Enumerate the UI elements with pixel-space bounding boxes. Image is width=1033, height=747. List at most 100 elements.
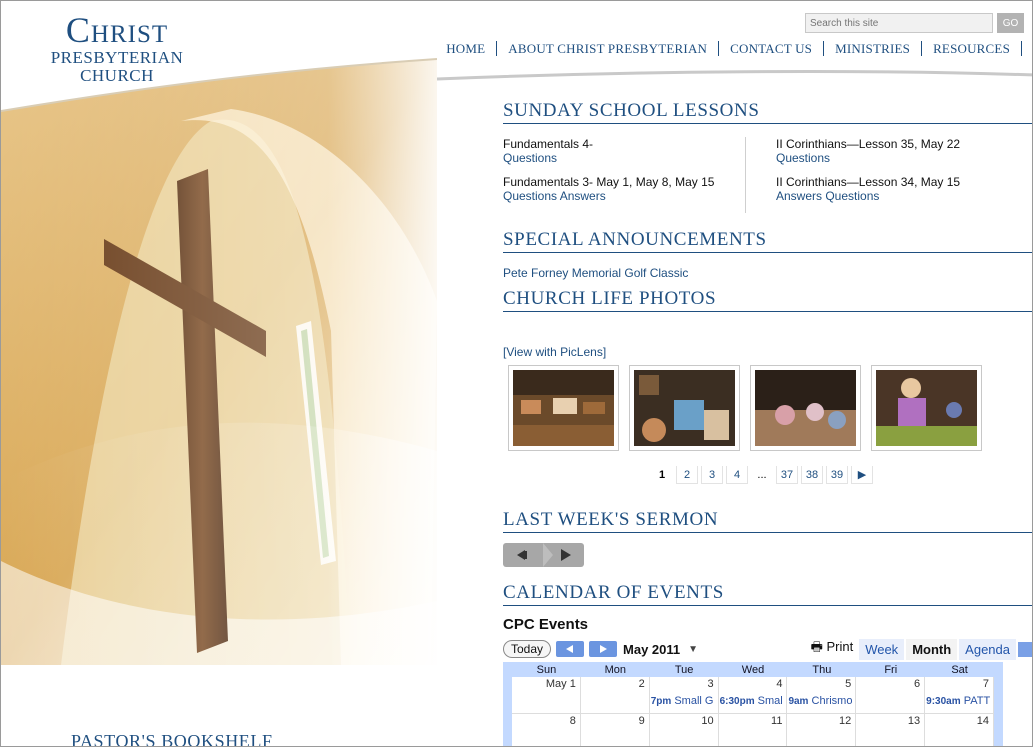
page: Christ PRESBYTERIAN CHURCH GO HOME ABOUT… [0,0,1033,747]
church-logo[interactable]: Christ PRESBYTERIAN CHURCH [17,12,217,85]
calendar-day-cell[interactable]: 2 [580,677,650,714]
calendar-week-row: 8 9 10 11 12 13 14 [512,714,995,746]
calendar-grid: Sun Mon Tue Wed Thu Fri Sat May 1 2 3 7pm… [503,662,1003,746]
photo-thumbnail[interactable] [508,365,619,451]
calendar-day-cell[interactable]: 6 [856,677,926,714]
weekday-label: Sat [951,664,968,676]
calendar-day-cell[interactable]: 10 [650,714,719,746]
pager-page[interactable]: 37 [776,466,798,484]
print-label: Print [826,639,854,654]
weekday-label: Fri [884,664,898,676]
calendar-week-row: May 1 2 3 7pm Small G 4 6:30pm Smal 5 9am C… [512,677,995,714]
calendar-today-button[interactable]: Today [503,640,552,658]
search-go-button[interactable]: GO [997,13,1024,33]
calendar-prev-button[interactable] [556,641,585,657]
section-title-photos: CHURCH LIFE PHOTOS [503,287,1032,312]
pager-ellipsis: ... [757,469,767,481]
day-number: 2 [638,678,645,690]
tab-week[interactable]: Week [859,638,905,660]
calendar-next-button[interactable] [589,641,618,657]
event-title: Smal [757,695,783,707]
photo-thumbnail[interactable] [750,365,861,451]
section-title-bookshelf: PASTOR'S BOOKSHELF [71,731,273,747]
lesson-item: Fundamentals 3- May 1, May 8, May 15 Que… [503,175,745,203]
tab-agenda[interactable]: Agenda [959,638,1016,660]
photo-thumbnails [508,365,1032,451]
calendar-event[interactable]: 9am Chrismo [788,695,852,707]
rewind-icon [517,550,525,560]
lesson-links[interactable]: Answers Questions [776,189,879,203]
calendar-print-button[interactable]: 🖶 Print [811,638,854,660]
section-title-sunday-school: SUNDAY SCHOOL LESSONS [503,99,1032,124]
nav-home[interactable]: HOME [435,41,498,56]
calendar-day-cell[interactable]: 5 9am Chrismo [787,677,857,714]
piclens-link[interactable]: [View with PicLens] [503,345,1032,359]
search-input[interactable] [805,13,993,33]
day-number: 14 [976,715,990,727]
lesson-links[interactable]: Questions [503,151,557,165]
tab-month[interactable]: Month [906,638,958,660]
calendar-day-cell[interactable]: 9 [581,714,650,746]
lesson-item: Fundamentals 4- Questions [503,137,745,165]
nav-contact[interactable]: CONTACT US [719,41,825,56]
event-title: Chrismo [811,695,853,707]
view-dropdown-icon[interactable] [1018,641,1032,657]
logo-line-presbyterian: PRESBYTERIAN CHURCH [50,48,184,85]
photo-thumbnail[interactable] [871,365,982,451]
lesson-links[interactable]: Questions Answers [503,189,606,203]
calendar-day-cell[interactable]: 8 [512,714,581,746]
event-time: 7pm [650,696,672,707]
pager-page[interactable]: 4 [726,466,748,484]
calendar-day-cell[interactable]: 11 [719,714,788,746]
chevron-down-icon[interactable]: ▼ [688,644,698,655]
event-time: 6:30pm [719,696,755,707]
calendar-event[interactable]: 6:30pm Smal [720,695,783,707]
lesson-links[interactable]: Questions [776,151,830,165]
calendar-day-cell[interactable]: 12 [787,714,857,746]
day-number: 8 [569,715,576,727]
chevron-left-icon [566,645,574,653]
pager-page[interactable]: 2 [676,466,698,484]
calendar-day-cell[interactable]: 4 6:30pm Smal [718,677,788,714]
pager-page[interactable]: 3 [701,466,723,484]
pager-page[interactable]: 39 [826,466,848,484]
announcement-link[interactable]: Pete Forney Memorial Golf Classic [503,266,1032,280]
calendar-day-cell[interactable]: 3 7pm Small G [649,677,719,714]
lesson-title: Fundamentals 3- May 1, May 8, May 15 [503,175,715,189]
sermon-audio-player [503,543,584,567]
calendar-month-label: May 2011 [623,641,681,657]
pager-page-current: 1 [658,469,666,481]
calendar-event[interactable]: 9:30am PATT [926,695,990,707]
pager-next-arrow-icon[interactable]: ▶ [851,466,873,484]
calendar-day-cell[interactable]: May 1 [512,677,581,714]
calendar-day-cell[interactable]: 7 9:30am PATT [925,677,995,714]
day-number: 5 [845,678,852,690]
lesson-title: II Corinthians—Lesson 35, May 22 [776,137,961,151]
day-number: 7 [982,678,990,690]
day-number: 12 [839,715,852,727]
header-swoosh [437,70,1032,101]
photo-pager: 1 2 3 4 ... 37 38 39 ▶ [651,466,1032,484]
lessons-left-column: Fundamentals 4- Questions Fundamentals 3… [503,137,745,213]
lesson-title: II Corinthians—Lesson 34, May 15 [776,175,961,189]
nav-ministries[interactable]: MINISTRIES [824,41,923,56]
calendar-day-cell[interactable]: 14 [925,714,995,746]
photo-thumbnail[interactable] [629,365,740,451]
calendar-weekday-header: Sun Mon Tue Wed Thu Fri Sat [512,663,994,677]
event-title: PATT [963,695,991,707]
nav-about[interactable]: ABOUT CHRIST PRESBYTERIAN [497,41,720,56]
lesson-title: Fundamentals 4- [503,137,594,151]
nav-resources[interactable]: RESOURCES [922,41,1022,56]
lessons-list: Fundamentals 4- Questions Fundamentals 3… [503,137,1032,213]
section-title-announcements: SPECIAL ANNOUNCEMENTS [503,228,1032,253]
play-icon [561,549,571,561]
section-title-calendar: CALENDAR OF EVENTS [503,581,1032,606]
day-number: 11 [771,715,783,727]
site-search: GO [805,13,1024,33]
calendar-event[interactable]: 7pm Small G [651,695,714,707]
section-title-sermon: LAST WEEK'S SERMON [503,508,1032,533]
pager-page[interactable]: 38 [801,466,823,484]
weekday-label: Sun [536,664,557,676]
weekday-label: Mon [604,664,626,676]
calendar-day-cell[interactable]: 13 [856,714,926,746]
